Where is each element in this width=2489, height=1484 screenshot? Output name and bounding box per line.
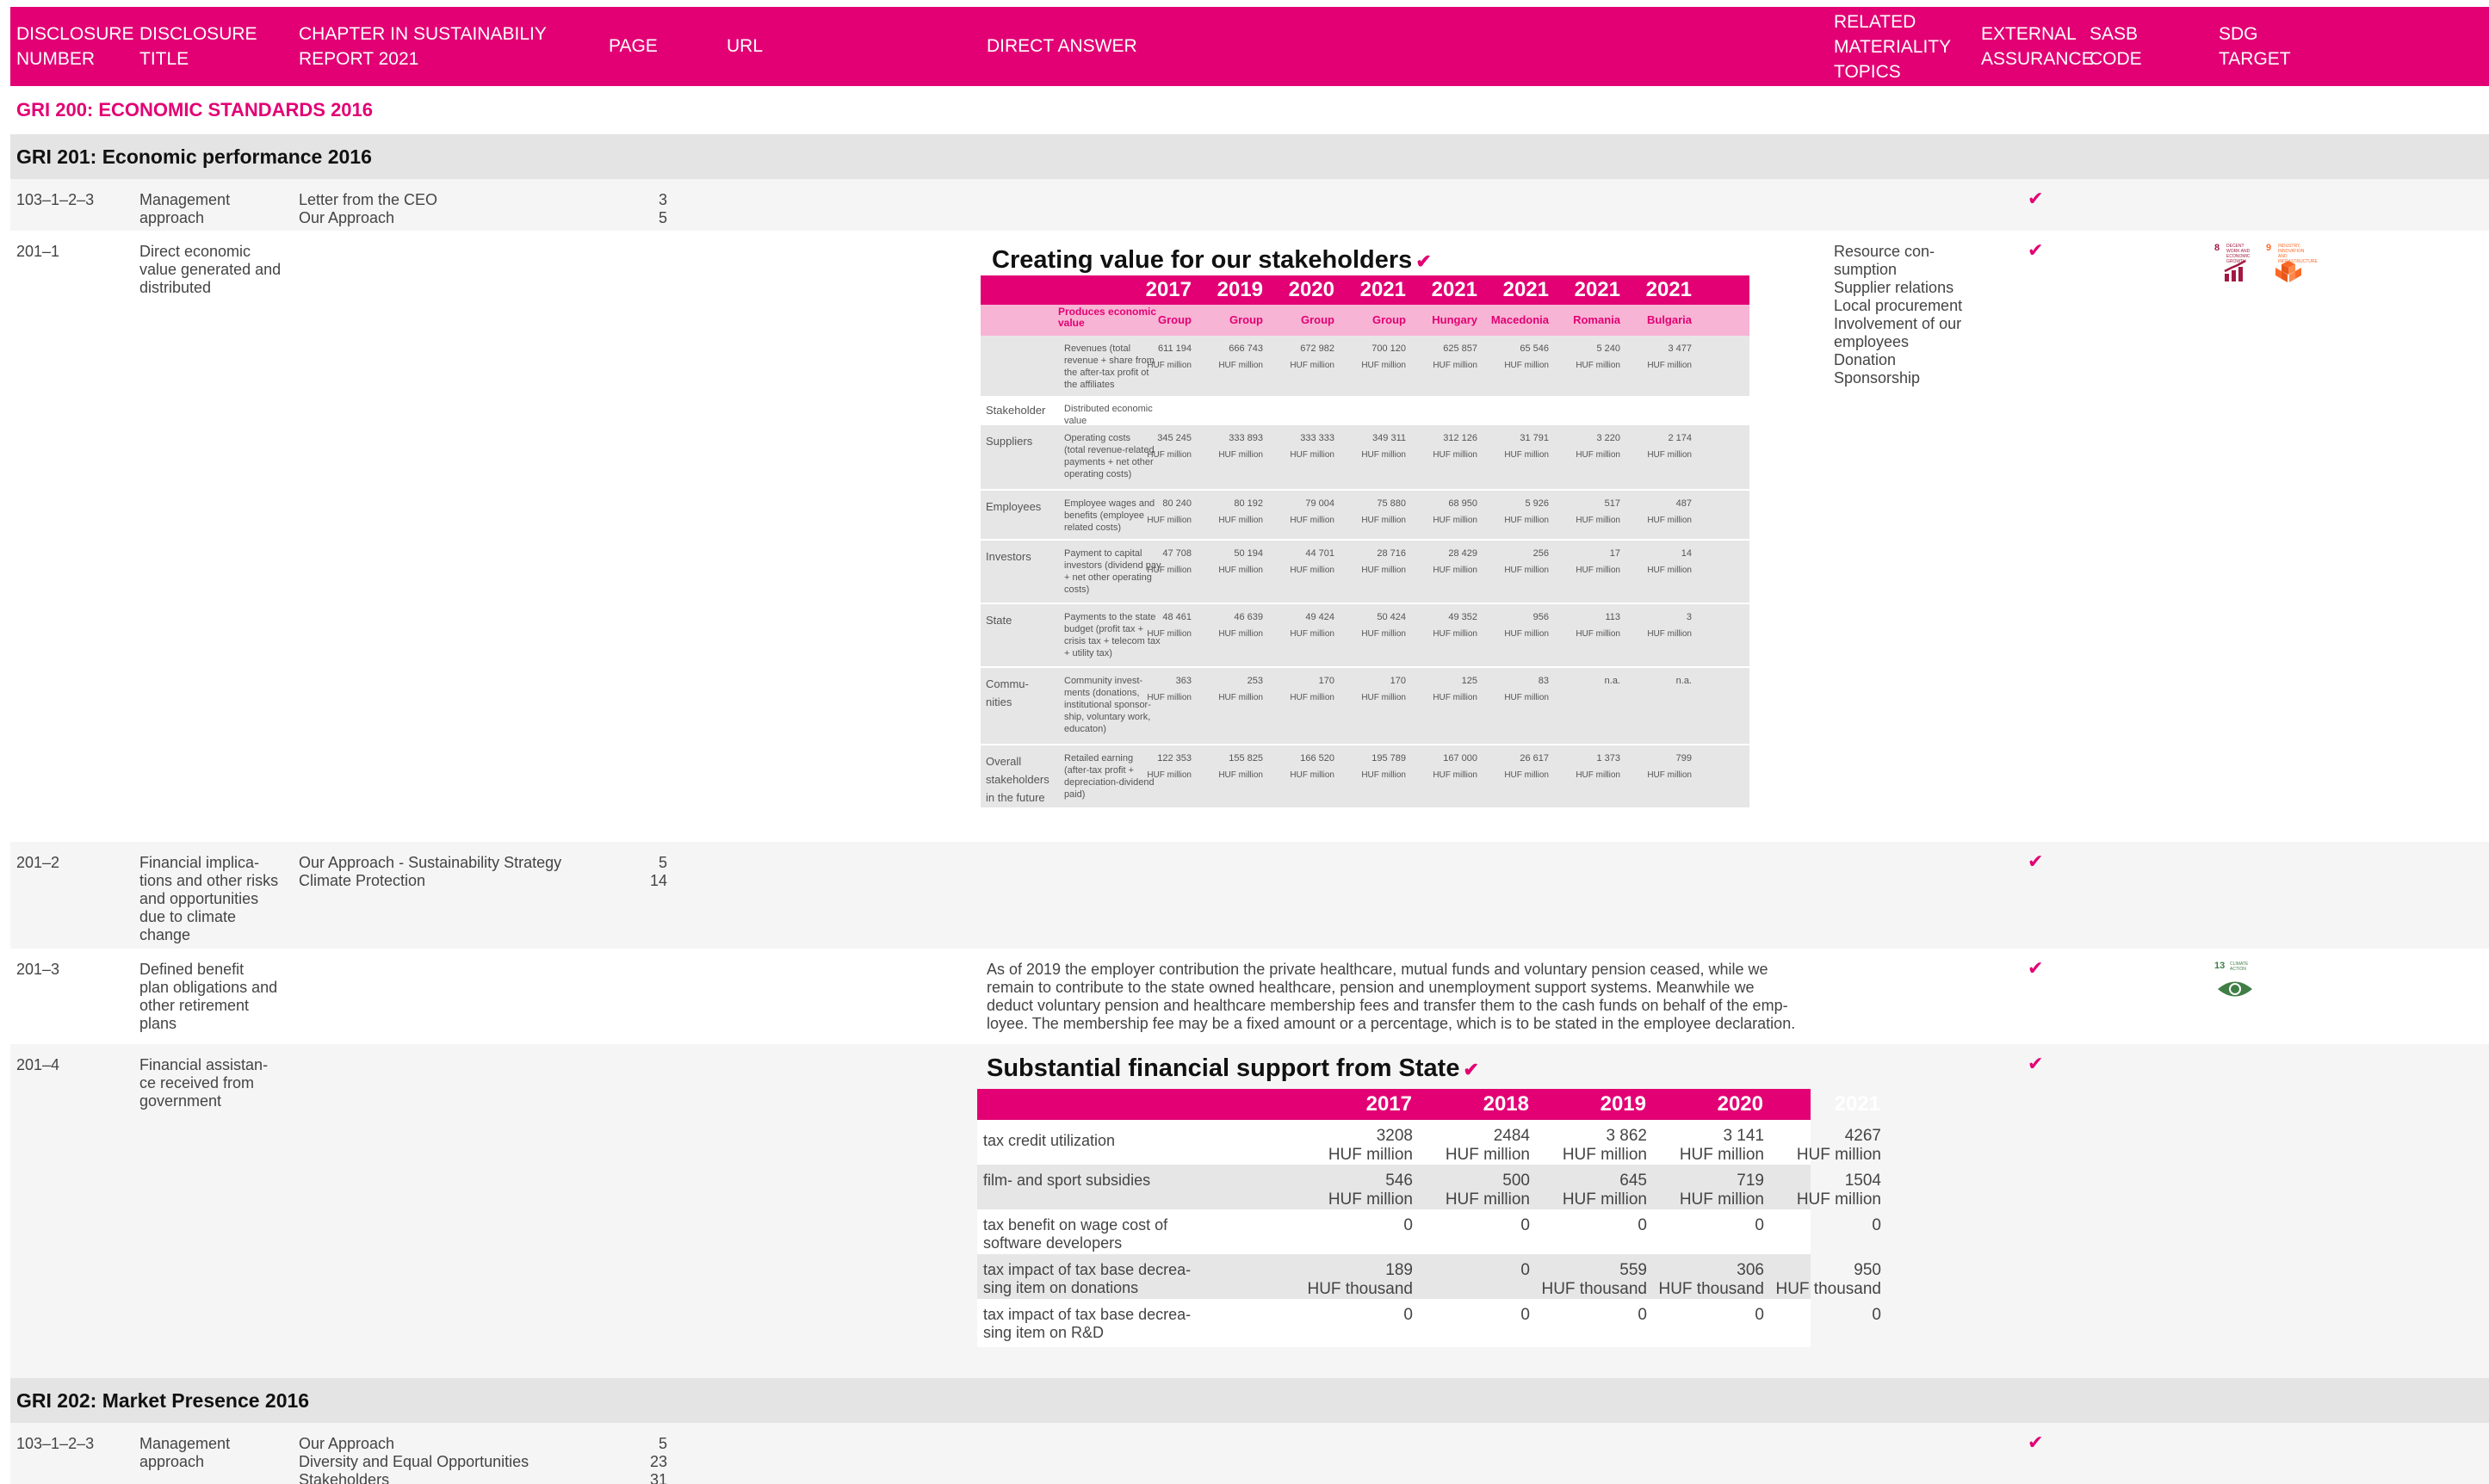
financial-table-years: 2017 2018 2019 2020 2021 [977, 1089, 1880, 1120]
table-row: State Payments to the state budget (prof… [981, 604, 1749, 668]
title-check-icon: ✔ [1415, 250, 1432, 272]
group-title-gri202: GRI 202: Market Presence 2016 [10, 1378, 2489, 1423]
stakeholder-table-years: 2017 2019 2020 2021 2021 2021 2021 2021 [981, 275, 1749, 305]
disclosure-title: Financial assistan- ce received from gov… [139, 1056, 269, 1110]
table-row: tax impact of tax base decrea- sing item… [977, 1254, 1881, 1299]
header-sasb-code: SASB CODE [2090, 24, 2142, 69]
stakeholder-table-title: Creating value for our stakeholders ✔ [992, 246, 1432, 274]
table-row: 201–1 Direct economic value generated an… [10, 231, 2489, 842]
group-title-gri201: GRI 201: Economic performance 2016 [10, 134, 2489, 179]
disclosure-title: Direct economic value generated and dist… [139, 243, 282, 296]
eye-globe-icon [2218, 981, 2252, 997]
table-row: 201–4 Financial assistan- ce received fr… [10, 1044, 2489, 1378]
materiality-topics: Resource con- sumption Supplier relation… [1834, 243, 1963, 386]
sdg-goal-8-icon: 8 DECENT WORK AND ECONOMIC GROWTH [2214, 243, 2254, 286]
section-title: GRI 200: ECONOMIC STANDARDS 2016 [10, 86, 2489, 134]
table-row: film- and sport subsidies 546 HUF millio… [977, 1165, 1881, 1209]
header-disclosure-title: DISCLOSURE TITLE [139, 24, 257, 69]
disclosure-title: Defined benefit plan obligations and oth… [139, 961, 278, 1032]
table-row: 201–3 Defined benefit plan obligations a… [10, 949, 2489, 1044]
title-check-icon: ✔ [1463, 1059, 1479, 1080]
assurance-check-icon: ✔ [2028, 1053, 2044, 1074]
financial-support-table-title: Substantial financial support from State… [987, 1054, 1479, 1082]
sdg-icons: 13 CLIMATE ACTION [2214, 961, 2254, 1004]
disclosure-number: 201–2 [16, 854, 60, 871]
assurance-check-icon: ✔ [2028, 239, 2044, 261]
header-sdg-target: SDG TARGET [2219, 24, 2291, 69]
page-numbers: 5 14 [649, 854, 667, 889]
header-url: URL [727, 36, 764, 56]
direct-answer-text: As of 2019 the employer contribution the… [987, 961, 1796, 1032]
table-row: 201–2 Financial implica- tions and other… [10, 842, 2489, 949]
chapter-links: Our Approach - Sustainability Strategy C… [299, 854, 562, 889]
disclosure-number: 103–1–2–3 [16, 191, 95, 208]
assurance-check-icon: ✔ [2028, 188, 2044, 209]
header-materiality-topics: RELATED MATERIALITY TOPICS [1834, 12, 1952, 82]
page-numbers: 5 23 31 [649, 1435, 667, 1484]
sdg-icons: 8 DECENT WORK AND ECONOMIC GROWTH 9 INDU… [2214, 243, 2318, 286]
stakeholder-value-table: 2017 2019 2020 2021 2021 2021 2021 2021 … [981, 275, 1749, 809]
page-numbers: 3 5 [658, 191, 667, 226]
table-row: Stakeholder Distributed economic value [981, 398, 1749, 426]
table-row: 103–1–2–3 Management approach Letter fro… [10, 179, 2489, 231]
table-row: tax benefit on wage cost of software dev… [977, 1209, 1881, 1254]
sdg-goal-13-icon: 13 CLIMATE ACTION [2214, 961, 2254, 1004]
stakeholder-table-subheader: Produces economic value Group Group Grou… [981, 305, 1749, 336]
chapter-links: Letter from the CEO Our Approach [299, 191, 438, 226]
disclosure-number: 201–1 [16, 243, 60, 260]
table-row: Overall stakeholders in the future Retai… [981, 745, 1749, 809]
header-chapter: CHAPTER IN SUSTAINABILIY REPORT 2021 [299, 24, 547, 69]
table-row: Commu- nities Community invest- ments (d… [981, 668, 1749, 745]
disclosure-title: Management approach [139, 1435, 231, 1470]
table-row: tax credit utilization 3208 HUF million … [977, 1120, 1881, 1165]
table-row: Investors Payment to capital investors (… [981, 541, 1749, 604]
header-direct-answer: DIRECT ANSWER [987, 36, 1137, 56]
header-disclosure-number: DISCLOSURE NUMBER [16, 24, 134, 69]
financial-support-table: 2017 2018 2019 2020 2021 tax credit util… [977, 1089, 1881, 1347]
header-page: PAGE [609, 36, 658, 56]
table-row: Suppliers Operating costs (total revenue… [981, 425, 1749, 491]
disclosure-title: Financial implica- tions and other risks… [139, 854, 279, 943]
assurance-check-icon: ✔ [2028, 1431, 2044, 1453]
disclosure-number: 103–1–2–3 [16, 1435, 95, 1452]
table-row: Employees Employee wages and benefits (e… [981, 491, 1749, 541]
table-row: Revenues (total revenue + share from the… [981, 336, 1749, 398]
disclosure-number: 201–3 [16, 961, 60, 978]
header-external-assurance: EXTERNAL ASSURANCE [1981, 24, 2094, 69]
chapter-links: Our Approach Diversity and Equal Opportu… [299, 1435, 529, 1484]
disclosure-number: 201–4 [16, 1056, 60, 1073]
cubes-icon [2275, 261, 2301, 282]
table-row: 103–1–2–3 Management approach Our Approa… [10, 1423, 2489, 1484]
table-row: tax impact of tax base decrea- sing item… [977, 1299, 1881, 1347]
assurance-check-icon: ✔ [2028, 957, 2044, 979]
table-header: DISCLOSURE NUMBER DISCLOSURE TITLE CHAPT… [10, 7, 2489, 86]
sdg-goal-9-icon: 9 INDUSTRY, INNOVATION AND INFRASTRUCTUR… [2266, 243, 2318, 286]
growth-chart-icon [2224, 260, 2246, 281]
assurance-check-icon: ✔ [2028, 850, 2044, 872]
disclosure-title: Management approach [139, 191, 231, 226]
gri-index-page: DISCLOSURE NUMBER DISCLOSURE TITLE CHAPT… [10, 7, 2489, 1484]
